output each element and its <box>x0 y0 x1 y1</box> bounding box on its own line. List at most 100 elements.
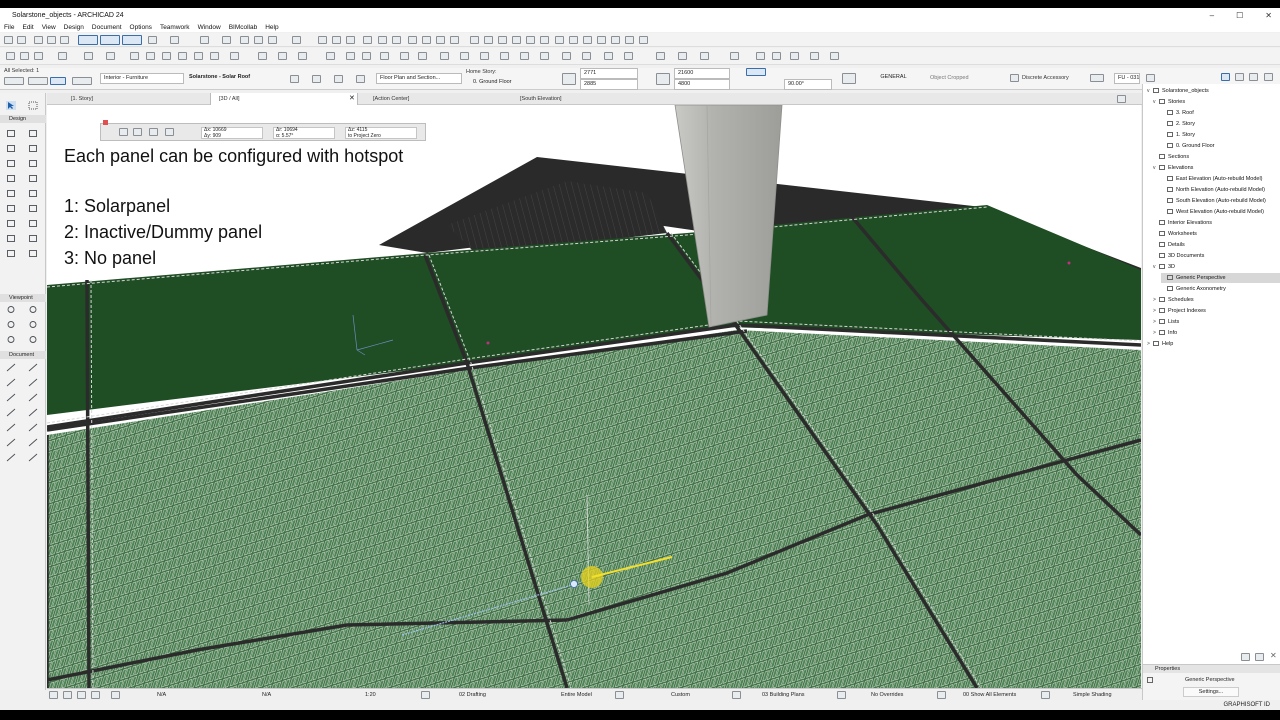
orbit-status-icon[interactable] <box>91 691 100 699</box>
navigator-item[interactable]: v 3D <box>1153 262 1175 272</box>
zone-tool-icon[interactable] <box>6 234 16 243</box>
skylight-tool-icon[interactable] <box>6 174 16 183</box>
align-icon[interactable] <box>318 36 327 44</box>
label-tool-icon[interactable] <box>28 378 38 387</box>
slab-tool-icon[interactable] <box>28 144 38 153</box>
home-story-field[interactable]: 0. Ground Floor <box>470 78 556 89</box>
toolbox-section-viewpoint[interactable]: Viewpoint <box>0 294 46 302</box>
menu-document[interactable]: Document <box>92 24 122 31</box>
lamp-tool-icon[interactable] <box>28 249 38 258</box>
figure-tool-icon[interactable] <box>28 438 38 447</box>
navigator-item[interactable]: 3. Roof <box>1161 108 1194 118</box>
tab-3d-all[interactable]: [3D / All] <box>210 93 358 105</box>
paste-icon[interactable] <box>34 52 43 60</box>
navigator-root[interactable]: v Solarstone_objects <box>1147 86 1209 96</box>
receive-icon[interactable] <box>790 52 799 60</box>
elevation-icon[interactable] <box>346 52 355 60</box>
link-icon[interactable] <box>268 36 277 44</box>
dimension-tool-icon[interactable] <box>6 363 16 372</box>
bring-front-icon[interactable] <box>470 36 479 44</box>
beam-tool-icon[interactable] <box>6 144 16 153</box>
corner-icon[interactable] <box>624 52 633 60</box>
group-icon[interactable] <box>240 36 249 44</box>
change-icon[interactable] <box>440 52 449 60</box>
column-icon[interactable] <box>639 36 648 44</box>
mirror-x-icon[interactable] <box>290 75 299 83</box>
marquee-icon[interactable] <box>6 52 15 60</box>
renovation-field[interactable]: 00 Show All Elements <box>963 689 1016 701</box>
drag-icon[interactable] <box>378 36 387 44</box>
minimize-button[interactable]: – <box>1210 11 1214 20</box>
layers-icon[interactable] <box>170 36 179 44</box>
settings-button[interactable]: Settings... <box>1183 687 1239 697</box>
mesh-tool-icon[interactable] <box>28 234 38 243</box>
tab-south-elevation[interactable]: [South Elevation] <box>512 93 657 105</box>
arc-icon[interactable] <box>230 52 239 60</box>
arc-tool-icon[interactable] <box>6 408 16 417</box>
view-icon[interactable] <box>1090 74 1104 82</box>
rotate-obj-icon[interactable] <box>334 75 343 83</box>
lamp-icon[interactable] <box>582 52 591 60</box>
angle-field[interactable]: 90.00° <box>784 79 832 90</box>
fill-icon[interactable] <box>194 52 203 60</box>
model-field[interactable]: Entire Model <box>561 689 592 701</box>
trace-icon[interactable] <box>47 36 56 44</box>
send-icon[interactable] <box>772 52 781 60</box>
camera-tool-icon[interactable] <box>6 305 16 314</box>
door-tool-icon[interactable] <box>540 52 549 60</box>
spline-icon[interactable] <box>258 52 267 60</box>
shading-field[interactable]: Simple Shading <box>1073 689 1112 701</box>
curtain-wall-tool-icon[interactable] <box>28 174 38 183</box>
line-tool-icon[interactable] <box>28 393 38 402</box>
mirror-y-icon[interactable] <box>312 75 321 83</box>
grid-element-icon[interactable] <box>418 52 427 60</box>
dimension-b-field[interactable]: 2885 <box>580 79 638 90</box>
guide-lines-icon[interactable] <box>100 35 120 45</box>
navigator-item[interactable]: > Schedules <box>1153 295 1194 305</box>
menu-window[interactable]: Window <box>198 24 221 31</box>
object-name-field[interactable]: Solarstone - Solar Roof <box>186 73 272 84</box>
navigator-item[interactable]: Worksheets <box>1153 229 1197 239</box>
wall-tool-icon[interactable] <box>6 129 16 138</box>
navigator-item[interactable]: East Elevation (Auto-rebuild Model) <box>1161 174 1263 184</box>
section-icon[interactable] <box>326 52 335 60</box>
distribute-icon[interactable] <box>332 36 341 44</box>
tracker-grid-icon[interactable] <box>149 128 158 136</box>
offset-icon[interactable] <box>58 52 67 60</box>
publish-icon[interactable] <box>810 52 819 60</box>
favorites-icon[interactable] <box>72 77 92 85</box>
undo-icon[interactable] <box>4 36 13 44</box>
figure-icon[interactable] <box>298 52 307 60</box>
tracker-close-icon[interactable] <box>103 120 108 125</box>
toolbox-section-document[interactable]: Document <box>0 351 46 359</box>
dimension-d-field[interactable]: 4800 <box>674 79 730 90</box>
mirror-icon[interactable] <box>346 36 355 44</box>
navigator-item[interactable]: Generic Perspective <box>1161 273 1280 283</box>
elevation-tool-icon[interactable] <box>6 320 16 329</box>
menu-bimcollab[interactable]: BIMcollab <box>229 24 258 31</box>
detail-tool-icon[interactable] <box>28 335 38 344</box>
object-settings-icon[interactable] <box>4 77 24 85</box>
tracker-dr-field[interactable]: Δr: 10694 α: 5.57° <box>273 127 335 139</box>
object-tool-icon[interactable] <box>28 204 38 213</box>
skylight-icon[interactable] <box>604 52 613 60</box>
navigator-item[interactable]: v Stories <box>1153 97 1185 107</box>
shell-icon[interactable] <box>583 36 592 44</box>
curtain-icon[interactable] <box>597 36 606 44</box>
dims-icon[interactable] <box>146 52 155 60</box>
redo-icon[interactable] <box>17 36 26 44</box>
drawing-tool-icon[interactable] <box>6 423 16 432</box>
table-icon[interactable] <box>254 36 263 44</box>
object-tool-icon[interactable] <box>562 52 571 60</box>
zoom-out-icon[interactable] <box>77 691 86 699</box>
shell-tool-icon[interactable] <box>28 159 38 168</box>
scale-field[interactable]: 1:20 <box>365 689 376 701</box>
3d-view-icon[interactable] <box>292 36 301 44</box>
navigator-item[interactable]: North Elevation (Auto-rebuild Model) <box>1161 185 1265 195</box>
layout-book-icon[interactable] <box>1249 73 1258 81</box>
grid-tool-icon[interactable] <box>28 453 38 462</box>
tracker-ortho-icon[interactable] <box>165 128 174 136</box>
menu-view[interactable]: View <box>42 24 56 31</box>
navigator-item[interactable]: 1. Story <box>1161 130 1195 140</box>
interior-elevation-tool-icon[interactable] <box>28 320 38 329</box>
